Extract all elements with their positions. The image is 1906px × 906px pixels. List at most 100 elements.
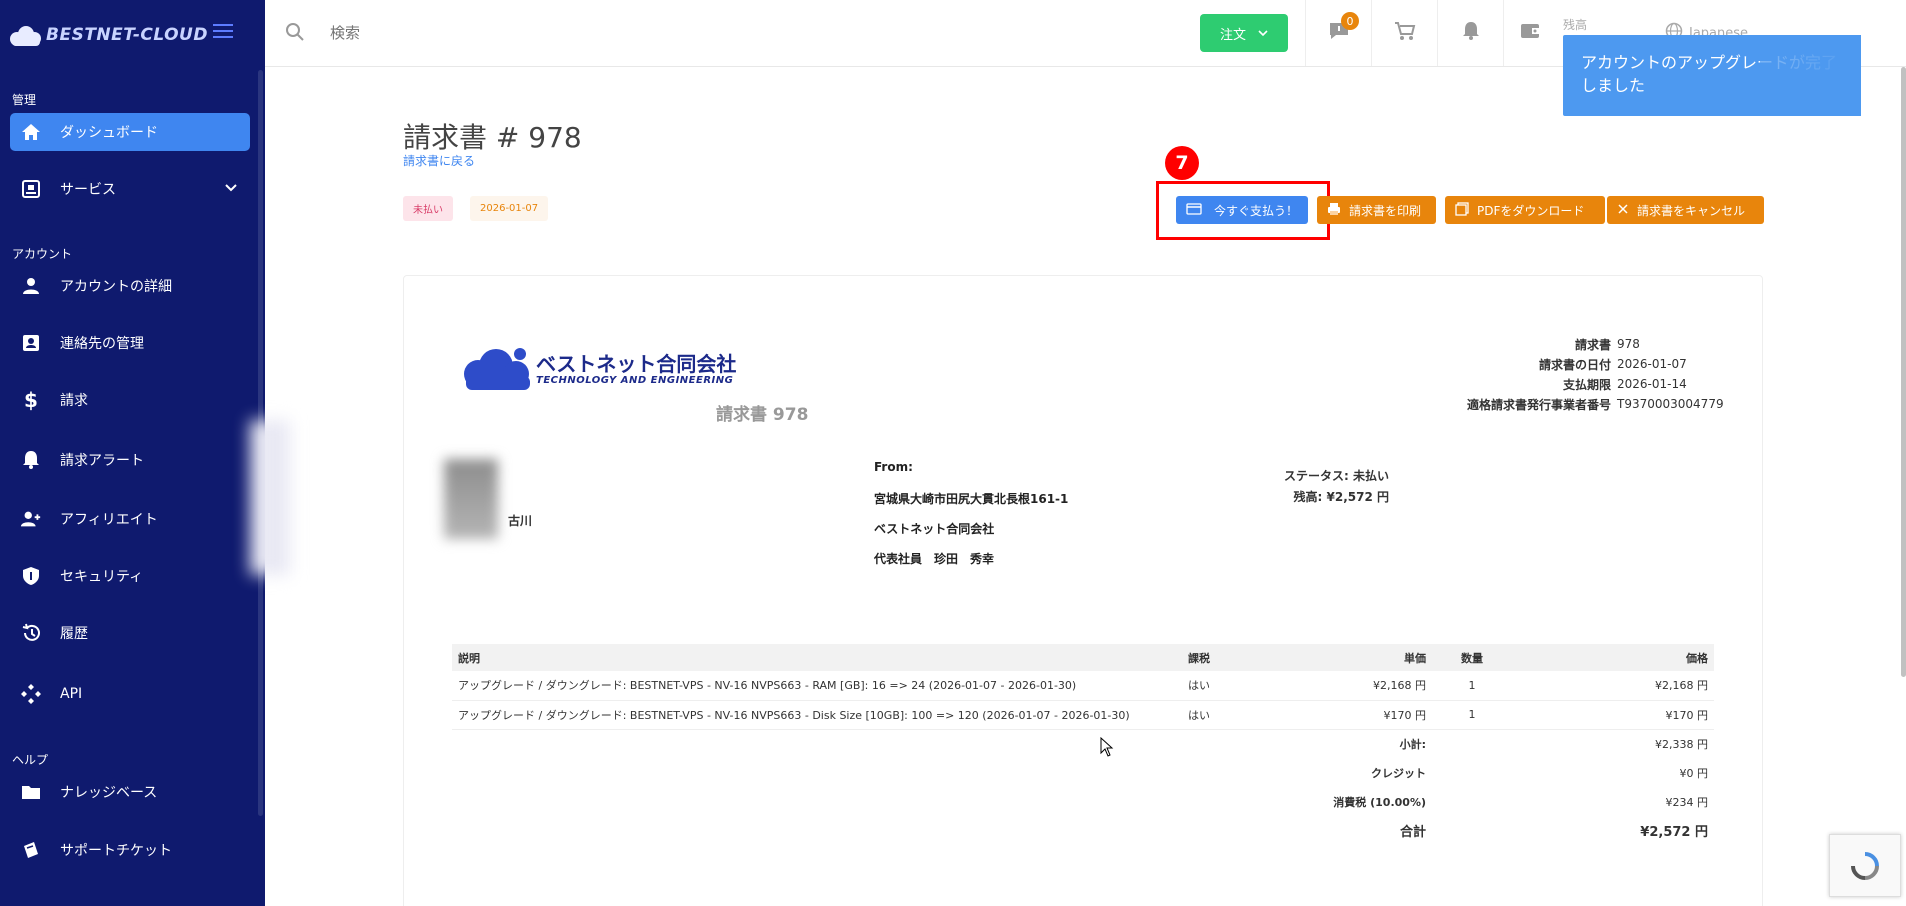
row-description: アップグレード / ダウングレード: BESTNET-VPS - NV-16 N… <box>452 700 1182 730</box>
table-header-row: 説明 課税 単価 数量 価格 <box>452 644 1714 671</box>
line-items-table: 説明 課税 単価 数量 価格 アップグレード / ダウングレード: BESTNE… <box>452 644 1714 845</box>
page-title: 請求書 # 978 <box>403 121 582 154</box>
cart-icon <box>1394 21 1416 45</box>
invoice-balance: 残高: ¥2,572 円 <box>1293 490 1389 504</box>
invoice-meta: 請求書 978 請求書の日付 2026-01-07 支払期限 2026-01-14 適… <box>1467 334 1724 414</box>
sidebar-item-dashboard[interactable]: ダッシュボード <box>10 113 250 151</box>
menu-toggle-icon[interactable] <box>213 24 233 40</box>
summary-value: ¥2,338 円 <box>1655 737 1708 751</box>
section-manage: 管理 <box>12 93 37 107</box>
summary-label: 消費税 (10.00%) <box>1333 795 1426 809</box>
client-name: 古川 <box>508 514 533 528</box>
pay-now-button[interactable]: 今すぐ支払う！ <box>1176 196 1308 224</box>
search-input[interactable] <box>330 18 730 48</box>
summary-row-total: 合計 ¥2,572 円 <box>452 816 1714 845</box>
sidebar-item-services[interactable]: サービス <box>10 170 250 208</box>
sidebar-item-account-details[interactable]: アカウントの詳細 <box>10 267 250 305</box>
company-name: ベストネット合同会社 <box>536 351 737 376</box>
summary-value: ¥234 円 <box>1665 795 1709 809</box>
bell-icon <box>1462 21 1480 45</box>
sidebar-item-affiliate[interactable]: アフィリエイト <box>10 500 250 538</box>
messages-button[interactable]: 0 <box>1305 0 1371 66</box>
sidebar-item-history[interactable]: 履歴 <box>10 614 250 652</box>
sidebar-item-billing[interactable]: $ 請求 <box>10 381 250 419</box>
summary-row-credit: クレジット ¥0 円 <box>452 758 1714 787</box>
row-price: ¥2,168 円 <box>1512 671 1714 701</box>
print-invoice-button[interactable]: 請求書を印刷 <box>1317 196 1436 224</box>
column-unit-price: 単価 <box>1262 644 1432 671</box>
order-button-label: 注文 <box>1219 27 1246 43</box>
table-row: アップグレード / ダウングレード: BESTNET-VPS - NV-16 N… <box>452 700 1714 730</box>
history-icon <box>20 622 42 644</box>
sidebar-item-label: 請求アラート <box>60 453 144 469</box>
sidebar-item-support-tickets[interactable]: サポートチケット <box>10 831 250 869</box>
meta-row-invoice-date: 請求書の日付 2026-01-07 <box>1538 357 1687 372</box>
sidebar: BESTNET-CLOUD 管理 ダッシュボード サービス アカウント アカウン… <box>0 0 265 906</box>
sidebar-item-label: ナレッジベース <box>60 785 158 801</box>
row-quantity: 1 <box>1432 671 1512 701</box>
messages-badge: 0 <box>1341 12 1359 30</box>
print-invoice-label: 請求書を印刷 <box>1349 203 1422 218</box>
section-account: アカウント <box>12 247 73 261</box>
sidebar-item-label: 連絡先の管理 <box>60 336 144 352</box>
close-icon <box>1617 203 1629 218</box>
row-quantity: 1 <box>1432 700 1512 730</box>
section-help: ヘルプ <box>12 753 49 767</box>
row-unit-price: ¥170 円 <box>1262 700 1432 730</box>
from-company: ベストネット合同会社 <box>874 522 995 536</box>
api-icon <box>20 683 42 705</box>
meta-row-invoice-number: 請求書 978 <box>1574 337 1640 352</box>
company-name-block: ベストネット合同会社 TECHNOLOGY AND ENGINEERING <box>536 353 736 386</box>
chevron-down-icon <box>1258 26 1268 41</box>
wallet-icon <box>1520 22 1542 44</box>
main-scrollbar[interactable] <box>1901 67 1906 677</box>
summary-row-subtotal: 小計: ¥2,338 円 <box>452 729 1714 758</box>
company-tagline: TECHNOLOGY AND ENGINEERING <box>536 374 734 386</box>
back-to-invoices-link[interactable]: 請求書に戻る <box>403 152 475 169</box>
download-pdf-button[interactable]: PDFをダウンロード <box>1445 196 1605 224</box>
notifications-button[interactable] <box>1437 0 1503 66</box>
ticket-icon <box>20 839 42 861</box>
order-button[interactable]: 注文 <box>1200 14 1288 52</box>
brand-name: BESTNET-CLOUD <box>46 25 208 45</box>
summary-row-tax: 消費税 (10.00%) ¥234 円 <box>452 787 1714 816</box>
brand-logo[interactable]: BESTNET-CLOUD <box>8 20 208 50</box>
from-label: From: <box>874 460 913 474</box>
add-user-icon <box>20 508 42 530</box>
sidebar-item-knowledgebase[interactable]: ナレッジベース <box>10 773 250 811</box>
sidebar-item-label: サポートチケット <box>60 843 172 859</box>
cart-button[interactable] <box>1371 0 1437 66</box>
redacted-client-info <box>444 459 498 539</box>
bell-icon <box>20 449 42 471</box>
sidebar-item-label: 履歴 <box>60 626 88 642</box>
column-tax: 課税 <box>1182 644 1262 671</box>
document-icon <box>1455 201 1469 219</box>
search-icon <box>285 22 305 46</box>
folder-icon <box>20 781 42 803</box>
summary-label: クレジット <box>1371 766 1426 780</box>
sidebar-item-security[interactable]: セキュリティ <box>10 557 250 595</box>
from-representative: 代表社員 珍田 秀幸 <box>874 552 995 566</box>
company-logo: ベストネット合同会社 TECHNOLOGY AND ENGINEERING <box>462 346 736 392</box>
sidebar-item-contacts[interactable]: 連絡先の管理 <box>10 324 250 362</box>
recaptcha-badge[interactable] <box>1829 834 1901 897</box>
credit-card-icon <box>1186 202 1202 218</box>
sidebar-item-billing-alerts[interactable]: 請求アラート <box>10 441 250 479</box>
row-tax: はい <box>1182 700 1262 730</box>
cancel-invoice-button[interactable]: 請求書をキャンセル <box>1607 196 1764 224</box>
cancel-invoice-label: 請求書をキャンセル <box>1637 203 1746 218</box>
meta-row-due-date: 支払期限 2026-01-14 <box>1562 377 1687 392</box>
toast-overlay <box>1760 35 1861 116</box>
sidebar-item-label: 請求 <box>60 393 88 409</box>
sidebar-item-label: アフィリエイト <box>60 512 158 528</box>
date-badge: 2026-01-07 <box>470 196 549 221</box>
wallet-button[interactable] <box>1503 0 1569 66</box>
row-description: アップグレード / ダウングレード: BESTNET-VPS - NV-16 N… <box>452 671 1182 701</box>
summary-label: 小計: <box>1399 737 1426 751</box>
sidebar-item-api[interactable]: API <box>10 675 250 713</box>
chevron-down-icon[interactable] <box>224 181 238 197</box>
row-tax: はい <box>1182 671 1262 701</box>
summary-label: 合計 <box>1399 825 1426 840</box>
summary-value: ¥2,572 円 <box>1640 825 1708 840</box>
step-marker: 7 <box>1165 146 1199 180</box>
